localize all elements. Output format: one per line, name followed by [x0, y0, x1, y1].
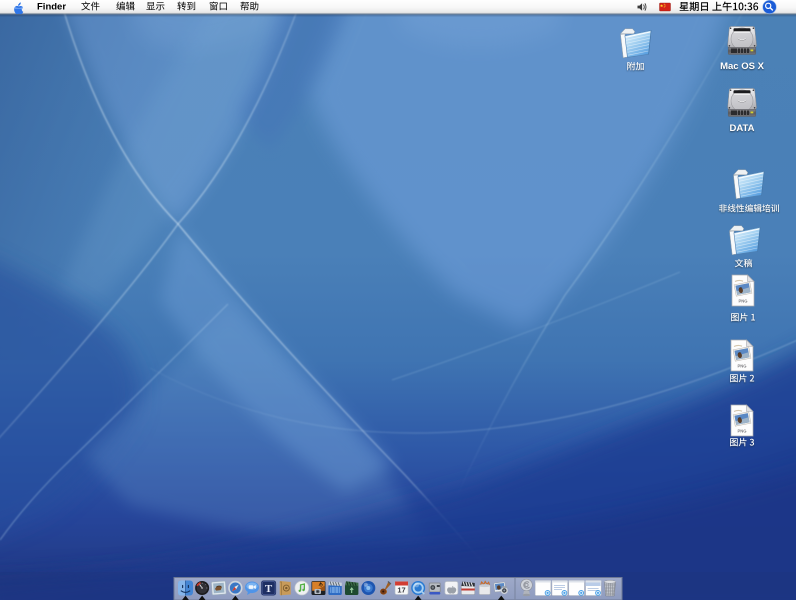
svg-text:T: T: [265, 583, 273, 595]
svg-text:Mac OS X: Mac OS X: [720, 61, 764, 72]
svg-text:DATA: DATA: [730, 123, 755, 134]
svg-text:Finder: Finder: [37, 1, 66, 12]
svg-text:17: 17: [397, 586, 405, 595]
